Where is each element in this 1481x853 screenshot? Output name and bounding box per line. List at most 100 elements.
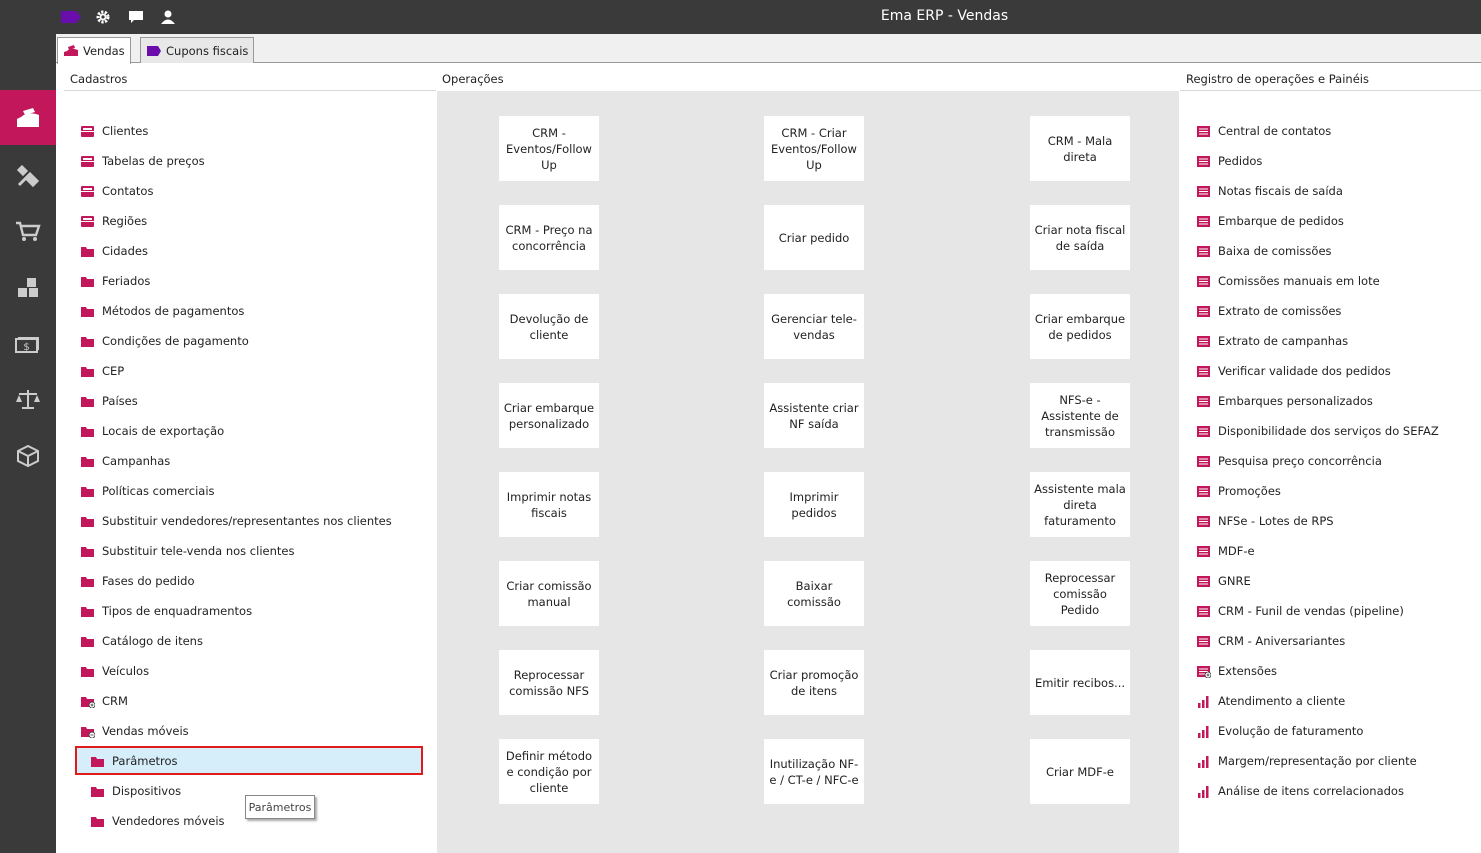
operation-button[interactable]: Criar embarque personalizado (499, 383, 599, 448)
list-item[interactable]: Central de contatos (1196, 121, 1331, 141)
sales-icon[interactable] (0, 90, 56, 145)
list-item[interactable]: Fases do pedido (80, 571, 195, 591)
operation-button[interactable]: Reprocessar comissão Pedido (1030, 561, 1130, 626)
list-item[interactable]: Notas fiscais de saída (1196, 181, 1343, 201)
list-item[interactable]: CRM - Aniversariantes (1196, 631, 1345, 651)
list-item[interactable]: Veículos (80, 661, 149, 681)
operation-button[interactable]: CRM - Mala direta (1030, 116, 1130, 181)
list-item-label: Extrato de comissões (1218, 304, 1342, 318)
list-item[interactable]: Baixa de comissões (1196, 241, 1332, 261)
operation-button[interactable]: Assistente criar NF saída (764, 383, 864, 448)
list-item[interactable]: Clientes (80, 121, 148, 141)
operation-button-label: CRM - Eventos/Follow Up (506, 125, 592, 172)
tab-vendas[interactable]: Vendas (57, 37, 131, 64)
drawer-icon (80, 125, 95, 138)
list-item-label: Atendimento a cliente (1218, 694, 1346, 708)
list-item[interactable]: Contatos (80, 181, 153, 201)
operation-button[interactable]: CRM - Eventos/Follow Up (499, 116, 599, 181)
list-item[interactable]: MDF-e (1196, 541, 1255, 561)
operation-button[interactable]: Imprimir pedidos (764, 472, 864, 537)
list-item[interactable]: Países (80, 391, 138, 411)
money-icon[interactable]: $ (0, 316, 56, 371)
list-item[interactable]: Cidades (80, 241, 148, 261)
list-item-label: Evolução de faturamento (1218, 724, 1364, 738)
list-item[interactable]: Catálogo de itens (80, 631, 203, 651)
folder-icon (80, 365, 95, 378)
list-item[interactable]: Extensões (1196, 661, 1277, 681)
list-item[interactable]: Margem/representação por cliente (1196, 751, 1417, 771)
list-item[interactable]: Embarques personalizados (1196, 391, 1373, 411)
list-item[interactable]: Feriados (80, 271, 150, 291)
list-item[interactable]: Regiões (80, 211, 147, 231)
operation-button-label: Reprocessar comissão NFS (509, 667, 589, 698)
list-item[interactable]: Pedidos (1196, 151, 1262, 171)
list-item[interactable]: Extrato de campanhas (1196, 331, 1348, 351)
operation-button[interactable]: Criar promoção de itens (764, 650, 864, 715)
list-item[interactable]: Políticas comerciais (80, 481, 215, 501)
list-item[interactable]: Substituir vendedores/representantes nos… (80, 511, 392, 531)
list-icon (1196, 365, 1211, 378)
list-item[interactable]: CRM (80, 691, 128, 711)
list-item[interactable]: Condições de pagamento (80, 331, 249, 351)
list-item[interactable]: Atendimento a cliente (1196, 691, 1345, 711)
tab-cupons-fiscais[interactable]: Cupons fiscais (140, 37, 255, 63)
list-item[interactable]: GNRE (1196, 571, 1251, 591)
list-item-label: Substituir vendedores/representantes nos… (102, 514, 392, 528)
list-item[interactable]: Vendas móveis (80, 721, 189, 741)
scale-icon[interactable] (0, 372, 56, 427)
list-item[interactable]: Embarque de pedidos (1196, 211, 1344, 231)
list-item[interactable]: Extrato de comissões (1196, 301, 1341, 321)
operation-button-label: Criar MDF-e (1045, 764, 1114, 779)
operation-button[interactable]: Inutilização NF-e / CT-e / NFC-e (764, 739, 864, 804)
list-icon (1196, 635, 1211, 648)
list-item-label: Parâmetros (112, 754, 178, 768)
operation-button[interactable]: Assistente mala direta faturamento (1030, 472, 1130, 537)
operation-button[interactable]: Gerenciar tele-vendas (764, 294, 864, 359)
list-item-label: MDF-e (1218, 544, 1255, 558)
operation-button[interactable]: Criar nota fiscal de saída (1030, 205, 1130, 270)
operation-button[interactable]: Imprimir notas fiscais (499, 472, 599, 537)
list-item[interactable]: NFSe - Lotes de RPS (1196, 511, 1334, 531)
list-item-label: Países (102, 394, 138, 408)
operation-button[interactable]: Criar pedido (764, 205, 864, 270)
list-item[interactable]: Promoções (1196, 481, 1281, 501)
operation-button[interactable]: Criar comissão manual (499, 561, 599, 626)
list-item[interactable]: Parâmetros (90, 751, 178, 771)
list-item[interactable]: Comissões manuais em lote (1196, 271, 1380, 291)
list-item[interactable]: Pesquisa preço concorrência (1196, 451, 1382, 471)
folder-icon (80, 425, 95, 438)
list-item[interactable]: Evolução de faturamento (1196, 721, 1363, 741)
tools-icon[interactable] (0, 148, 56, 203)
operation-button[interactable]: NFS-e - Assistente de transmissão (1030, 383, 1130, 448)
operation-button[interactable]: Criar embarque de pedidos (1030, 294, 1130, 359)
list-item[interactable]: Campanhas (80, 451, 170, 471)
tag-icon (147, 45, 161, 56)
operation-button-label: CRM - Preço na concorrência (505, 222, 593, 253)
list-item[interactable]: Disponibilidade dos serviços do SEFAZ (1196, 421, 1439, 441)
stock-icon[interactable] (0, 260, 56, 315)
list-item[interactable]: Métodos de pagamentos (80, 301, 244, 321)
cart-icon[interactable] (0, 204, 56, 259)
list-item[interactable]: Análise de itens correlacionados (1196, 781, 1404, 801)
list-item[interactable]: Verificar validade dos pedidos (1196, 361, 1391, 381)
list-item[interactable]: CEP (80, 361, 124, 381)
list-item[interactable]: Locais de exportação (80, 421, 224, 441)
operation-button[interactable]: Baixar comissão (764, 561, 864, 626)
list-item[interactable]: Tabelas de preços (80, 151, 205, 171)
bar-chart-icon (1196, 725, 1211, 738)
operation-button-label: Definir método e condição por cliente (505, 748, 593, 795)
operation-button[interactable]: CRM - Criar Eventos/Follow Up (764, 116, 864, 181)
operation-button[interactable]: Emitir recibos... (1030, 650, 1130, 715)
list-item[interactable]: Tipos de enquadramentos (80, 601, 252, 621)
list-item-label: Substituir tele-venda nos clientes (102, 544, 295, 558)
operation-button[interactable]: Devolução de cliente (499, 294, 599, 359)
list-item[interactable]: CRM - Funil de vendas (pipeline) (1196, 601, 1404, 621)
operation-button[interactable]: Definir método e condição por cliente (499, 739, 599, 804)
operation-button[interactable]: Reprocessar comissão NFS (499, 650, 599, 715)
operation-button[interactable]: CRM - Preço na concorrência (499, 205, 599, 270)
box-icon[interactable] (0, 428, 56, 483)
list-item[interactable]: Dispositivos (90, 781, 181, 801)
list-item[interactable]: Vendedores móveis (90, 811, 225, 831)
operation-button[interactable]: Criar MDF-e (1030, 739, 1130, 804)
list-item[interactable]: Substituir tele-venda nos clientes (80, 541, 294, 561)
